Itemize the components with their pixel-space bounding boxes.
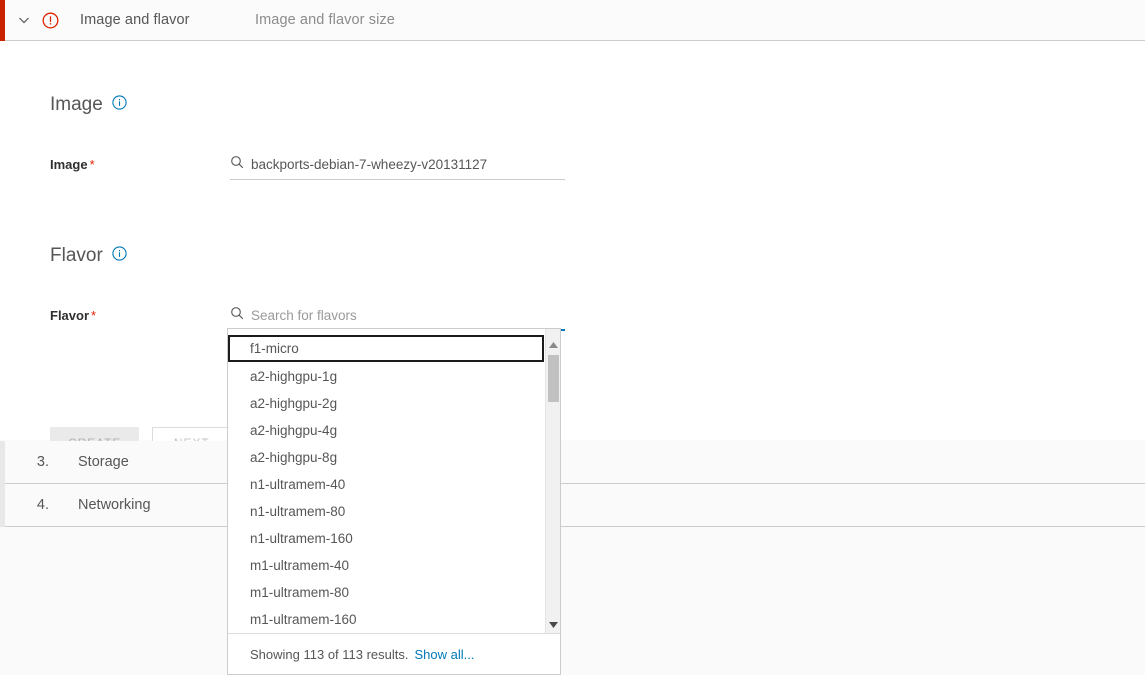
flavor-field-label: Flavor * [50, 308, 97, 323]
flavor-dropdown[interactable]: f1-micro a2-highgpu-1g a2-highgpu-2g a2-hig… [227, 328, 561, 675]
scroll-up-arrow-icon[interactable] [546, 337, 560, 352]
section-heading-flavor-label: Flavor [50, 245, 103, 266]
step-header-image-and-flavor[interactable]: Image and flavor Image and flavor size [0, 0, 1145, 41]
step-number: 4. [36, 497, 49, 513]
image-search-input[interactable]: backports-debian-7-wheezy-v20131127 [251, 153, 487, 176]
section-heading-image-label: Image [50, 94, 103, 115]
form-row-flavor: Flavor * Search for flavors [50, 304, 565, 331]
flavor-option[interactable]: a2-highgpu-1g [228, 362, 544, 389]
flavor-option[interactable]: a2-highgpu-2g [228, 389, 544, 416]
flavor-option[interactable]: f1-micro [228, 335, 544, 362]
flavor-search-field[interactable]: Search for flavors [230, 304, 565, 331]
step-label: Storage [78, 454, 129, 470]
step-label: Networking [78, 497, 151, 513]
flavor-option-list[interactable]: f1-micro a2-highgpu-1g a2-highgpu-2g a2-hig… [228, 335, 544, 632]
required-marker: * [91, 308, 97, 323]
image-field-label: Image * [50, 157, 95, 172]
step-number: 3. [36, 454, 49, 470]
results-count-text: Showing 113 of 113 results. [250, 646, 409, 662]
flavor-option[interactable]: a2-highgpu-4g [228, 416, 544, 443]
form-row-image: Image * backports-debian-7-wheezy-v201311… [50, 153, 565, 180]
dropdown-scrollbar[interactable] [545, 329, 560, 634]
image-field-underline [230, 179, 565, 180]
flavor-search-input[interactable]: Search for flavors [251, 304, 357, 327]
step-title: Image and flavor [80, 12, 190, 28]
required-marker: * [89, 157, 95, 172]
dropdown-footer: Showing 113 of 113 results. Show all... [228, 633, 560, 674]
info-circle-icon[interactable] [112, 245, 127, 267]
scroll-down-arrow-icon[interactable] [546, 617, 560, 632]
step-accent-bar [0, 0, 5, 41]
flavor-option[interactable]: a2-highgpu-8g [228, 443, 544, 470]
error-exclamation-icon [37, 12, 63, 29]
search-icon [230, 306, 244, 325]
info-circle-icon[interactable] [112, 94, 127, 116]
flavor-option[interactable]: n1-ultramem-160 [228, 524, 544, 551]
step-body: Image Image * backports-debian-7-wheezy-v [0, 41, 1145, 459]
flavor-option[interactable]: m1-ultramem-80 [228, 578, 544, 605]
section-heading-image: Image [50, 94, 127, 116]
flavor-option[interactable]: m1-ultramem-160 [228, 605, 544, 632]
search-icon [230, 155, 244, 174]
scrollbar-thumb[interactable] [548, 355, 559, 402]
collapsed-step-networking[interactable]: 4. Networking [0, 483, 1145, 527]
flavor-dropdown-list-wrapper: f1-micro a2-highgpu-1g a2-highgpu-2g a2-hig… [228, 329, 560, 634]
show-all-link[interactable]: Show all... [415, 647, 475, 662]
image-search-field[interactable]: backports-debian-7-wheezy-v20131127 [230, 153, 565, 180]
section-heading-flavor: Flavor [50, 245, 127, 267]
flavor-option[interactable]: n1-ultramem-80 [228, 497, 544, 524]
flavor-option[interactable]: m1-ultramem-40 [228, 551, 544, 578]
flavor-option[interactable]: n1-ultramem-40 [228, 470, 544, 497]
chevron-down-icon[interactable] [7, 13, 41, 27]
collapsed-step-storage[interactable]: 3. Storage [0, 440, 1145, 484]
step-subtitle: Image and flavor size [255, 12, 395, 28]
